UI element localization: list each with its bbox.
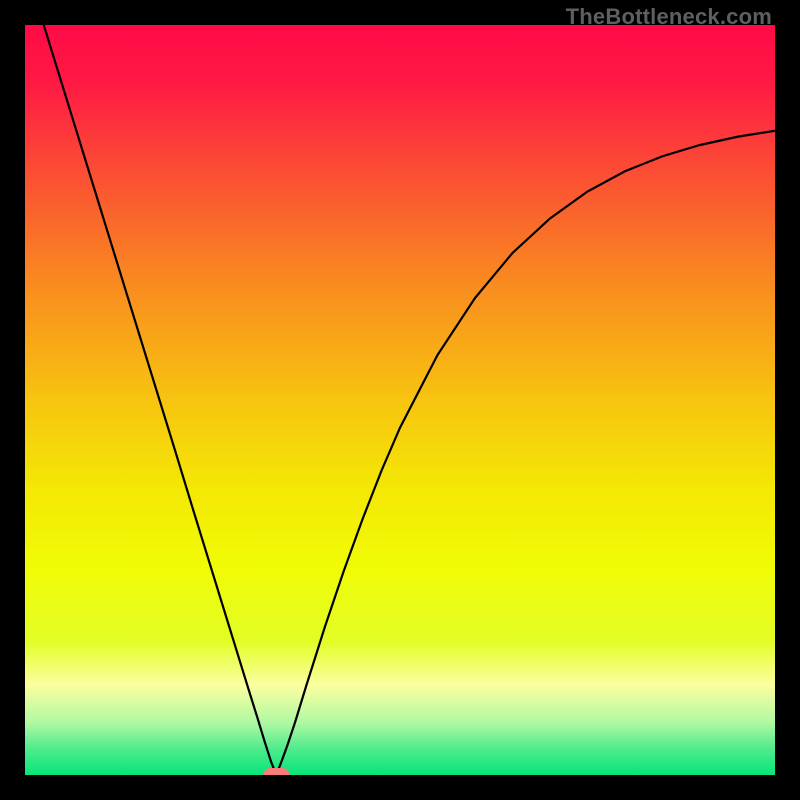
chart-frame	[25, 25, 775, 775]
bottleneck-chart	[25, 25, 775, 775]
gradient-background	[25, 25, 775, 775]
optimum-marker	[263, 768, 289, 775]
watermark-text: TheBottleneck.com	[566, 4, 772, 30]
